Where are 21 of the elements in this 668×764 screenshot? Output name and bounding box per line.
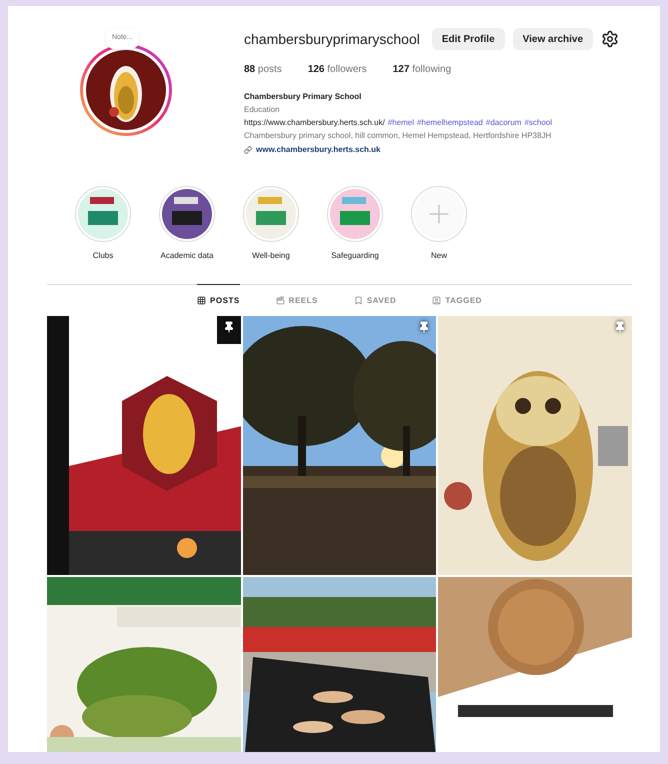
profile-name: Chambersbury Primary School <box>244 91 362 103</box>
tab-icon <box>354 296 363 305</box>
settings-icon[interactable] <box>601 30 620 48</box>
tab-icon <box>197 296 206 305</box>
stat-text[interactable]: 127 following <box>392 62 452 77</box>
profile-button[interactable]: Edit Profile <box>432 28 505 50</box>
hashtag-link[interactable]: #hemel <box>388 117 414 129</box>
bio-url: https://www.chambersbury.herts.sch.uk/ <box>244 117 385 129</box>
link-icon <box>244 146 252 154</box>
category-text: Education <box>244 104 281 116</box>
username: chambersburyprimaryschool <box>244 30 420 49</box>
profile-button[interactable]: View archive <box>512 28 594 50</box>
website-link[interactable]: www.chambersbury.herts.sch.uk <box>256 144 380 156</box>
stat-text[interactable]: 126 followers <box>308 62 367 77</box>
hashtag-link[interactable]: #hemelhempstead <box>417 117 483 129</box>
hashtag-link[interactable]: #dacorum <box>486 117 522 129</box>
tab-icon <box>432 296 442 305</box>
tab-icon <box>276 296 285 305</box>
stat-text[interactable]: 88 posts <box>244 62 282 77</box>
address-text: Chambersbury primary school, hill common, Hemel Hempstead, Hertfordshire HP38JH <box>244 130 552 142</box>
hashtag-link[interactable]: #school <box>524 117 552 129</box>
